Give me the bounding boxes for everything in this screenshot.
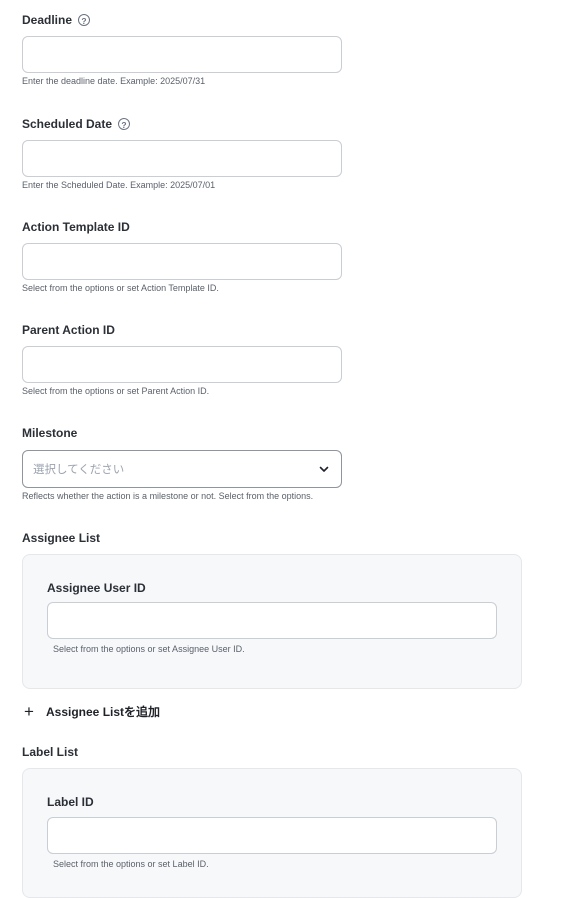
milestone-hint: Reflects whether the action is a milesto… xyxy=(22,491,314,501)
plus-icon: + xyxy=(24,701,34,721)
parent-action-id-input[interactable] xyxy=(22,346,342,383)
deadline-label: Deadline ? xyxy=(22,12,91,28)
milestone-placeholder: 選択してください xyxy=(33,464,125,476)
scheduled-date-label: Scheduled Date ? xyxy=(22,116,131,132)
parent-action-id-hint: Select from the options or set Parent Ac… xyxy=(22,386,210,396)
assignee-user-id-input[interactable] xyxy=(47,602,497,639)
action-template-id-hint: Select from the options or set Action Te… xyxy=(22,283,219,293)
action-template-id-field: Action Template ID Select from the optio… xyxy=(22,219,342,293)
assignee-user-id-label: Assignee User ID xyxy=(47,581,146,595)
deadline-input[interactable] xyxy=(22,36,342,73)
milestone-label: Milestone xyxy=(22,426,78,440)
scheduled-date-field: Scheduled Date ? Enter the Scheduled Dat… xyxy=(22,116,342,190)
milestone-select[interactable]: 選択してください xyxy=(22,450,342,488)
label-id-input[interactable] xyxy=(47,817,497,854)
chevron-down-icon xyxy=(319,466,329,472)
parent-action-id-field: Parent Action ID Select from the options… xyxy=(22,322,342,396)
deadline-hint: Enter the deadline date. Example: 2025/0… xyxy=(22,76,206,86)
action-template-id-label: Action Template ID xyxy=(22,220,130,234)
help-icon[interactable]: ? xyxy=(78,14,91,26)
milestone-field: Milestone 選択してください Reflects whether the … xyxy=(22,425,342,501)
deadline-field: Deadline ? Enter the deadline date. Exam… xyxy=(22,12,342,86)
scheduled-date-hint: Enter the Scheduled Date. Example: 2025/… xyxy=(22,180,216,190)
scheduled-date-input[interactable] xyxy=(22,140,342,177)
label-list-title: Label List xyxy=(22,745,79,759)
label-id-label: Label ID xyxy=(47,795,94,809)
label-id-hint: Select from the options or set Label ID. xyxy=(53,859,209,869)
add-assignee-list-label: Assignee Listを追加 xyxy=(46,705,161,719)
action-template-id-input[interactable] xyxy=(22,243,342,280)
assignee-list-card: Assignee User ID Select from the options… xyxy=(22,554,522,689)
help-icon[interactable]: ? xyxy=(118,118,131,130)
assignee-user-id-hint: Select from the options or set Assignee … xyxy=(53,644,245,654)
deadline-label-text: Deadline xyxy=(22,13,73,27)
assignee-list-title: Assignee List xyxy=(22,531,101,545)
add-assignee-list-button[interactable]: + Assignee Listを追加 xyxy=(22,703,160,720)
parent-action-id-label: Parent Action ID xyxy=(22,323,115,337)
scheduled-date-label-text: Scheduled Date xyxy=(22,117,113,131)
